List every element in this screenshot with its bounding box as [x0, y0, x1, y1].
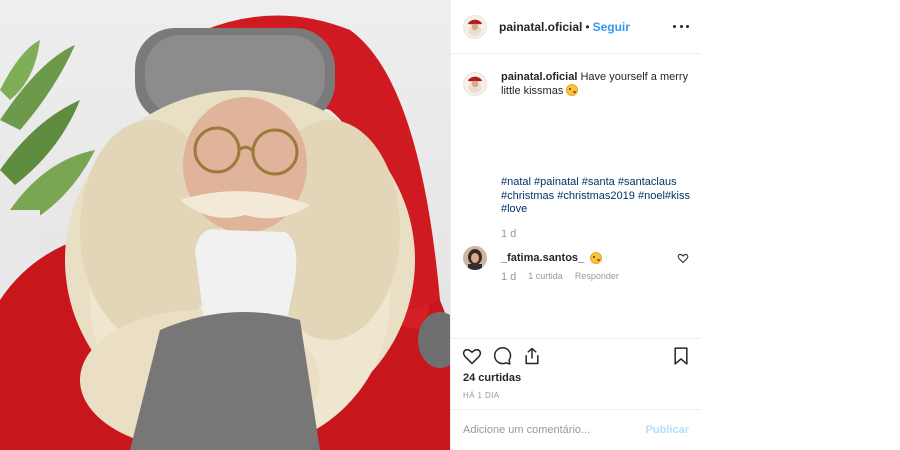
profile-avatar[interactable]	[463, 14, 487, 39]
santa-photo	[0, 15, 450, 450]
add-comment-bar: Publicar	[451, 409, 701, 450]
heart-icon[interactable]	[462, 346, 482, 366]
post-timestamp[interactable]: HÁ 1 DIA	[463, 391, 500, 400]
hashtag-link[interactable]: #santaclaus	[618, 176, 677, 188]
caption-age[interactable]: 1 d	[501, 228, 516, 240]
small-heart-icon[interactable]	[677, 252, 689, 264]
caption: painatal.oficial Have yourself a merry l…	[463, 70, 691, 98]
caption-avatar[interactable]	[463, 72, 487, 96]
more-dots-icon[interactable]	[673, 18, 689, 34]
kiss-emoji-icon	[566, 84, 579, 96]
hashtag-link[interactable]: #love	[501, 203, 527, 215]
comment-meta: 1 d 1 curtida Responder	[501, 271, 619, 283]
hashtag-link[interactable]: #noel#kiss	[638, 190, 690, 202]
hashtag-link[interactable]: #christmas	[501, 190, 554, 202]
comment-likes[interactable]: 1 curtida	[528, 271, 563, 283]
caption-text-block: painatal.oficial Have yourself a merry l…	[501, 70, 691, 98]
kiss-emoji-icon	[590, 252, 603, 264]
post-photo[interactable]	[0, 0, 450, 450]
comment-bubble-icon[interactable]	[492, 346, 512, 366]
comment-age[interactable]: 1 d	[501, 271, 516, 283]
hashtag-link[interactable]: #santa	[582, 176, 615, 188]
header-username[interactable]: painatal.oficial	[499, 20, 582, 34]
hashtags: #natal #painatal #santa #santaclaus #chr…	[501, 176, 691, 217]
caption-username[interactable]: painatal.oficial	[501, 71, 577, 83]
follow-button[interactable]: Seguir	[593, 20, 630, 34]
comment-input[interactable]	[463, 424, 646, 436]
hashtag-link[interactable]: #natal	[501, 176, 531, 188]
bookmark-icon[interactable]	[671, 346, 691, 366]
comment-row: _fatima.santos_	[463, 245, 691, 271]
publish-button[interactable]: Publicar	[646, 424, 689, 436]
likes-count[interactable]: 24 curtidas	[463, 372, 521, 384]
hashtag-link[interactable]: #painatal	[534, 176, 579, 188]
post-header: painatal.oficial • Seguir	[451, 0, 701, 54]
hashtag-link[interactable]: #christmas2019	[557, 190, 635, 202]
commenter-username[interactable]: _fatima.santos_	[501, 252, 584, 264]
share-icon[interactable]	[522, 346, 542, 366]
commenter-avatar[interactable]	[463, 246, 487, 270]
action-bar	[451, 338, 701, 372]
reply-button[interactable]: Responder	[575, 271, 619, 283]
post-details-panel: painatal.oficial • Seguir painatal.ofici…	[450, 0, 701, 450]
separator-dot: •	[585, 19, 590, 34]
